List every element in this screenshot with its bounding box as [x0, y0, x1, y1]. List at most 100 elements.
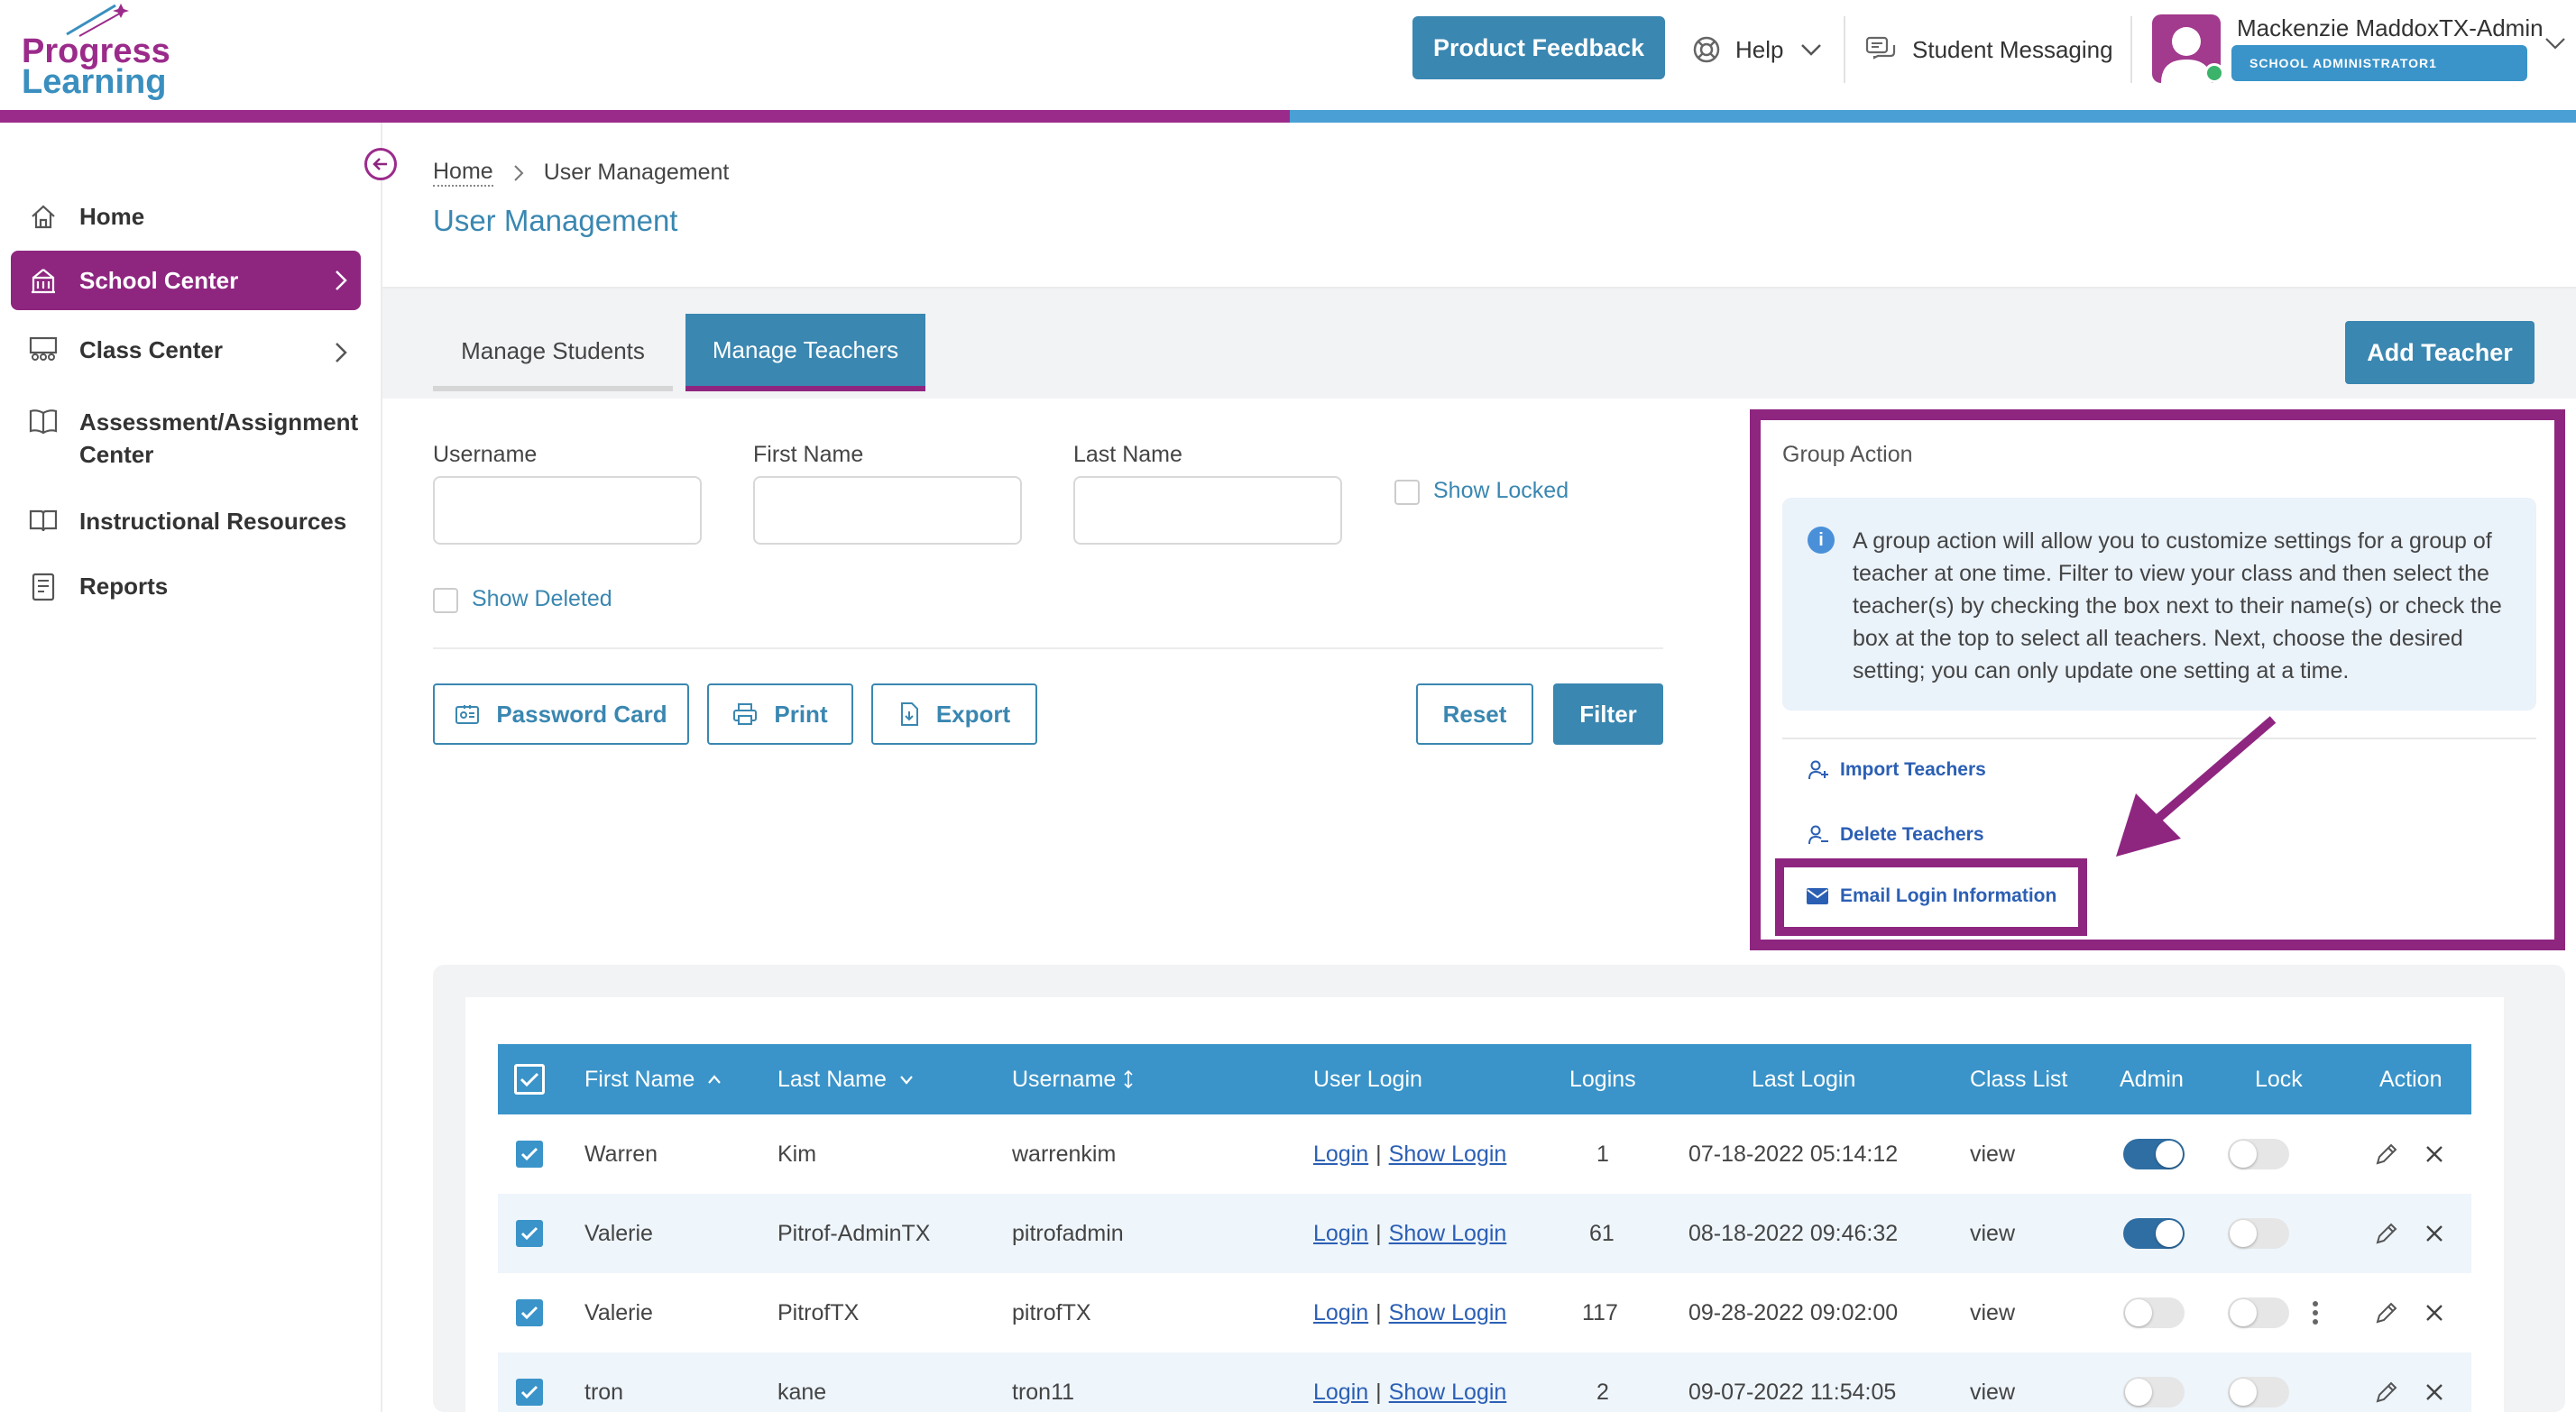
checkmark-icon [520, 1072, 539, 1087]
sidebar-item-home[interactable]: Home [11, 200, 361, 240]
row-checkbox[interactable] [516, 1114, 543, 1194]
first-name-input[interactable] [753, 476, 1022, 545]
more-options-button[interactable] [2311, 1273, 2320, 1352]
cell-logins: 2 [1596, 1379, 1609, 1405]
admin-toggle[interactable] [2123, 1352, 2185, 1412]
tab-manage-students[interactable]: Manage Students [433, 316, 673, 391]
lock-toggle[interactable] [2228, 1352, 2289, 1412]
page-title: User Management [433, 204, 678, 237]
callout-arrow-icon [2116, 716, 2277, 857]
delete-teachers-link[interactable]: Delete Teachers [1808, 824, 1984, 846]
print-label: Print [774, 700, 828, 728]
column-header-last-login: Last Login [1752, 1066, 1856, 1092]
password-card-label: Password Card [496, 700, 667, 728]
cell-logins: 1 [1596, 1141, 1609, 1167]
edit-button[interactable] [2374, 1352, 2399, 1412]
view-class-list-link[interactable]: view [1970, 1194, 2015, 1273]
show-locked-checkbox[interactable] [1394, 480, 1420, 505]
column-header-logins: Logins [1569, 1066, 1636, 1092]
delete-teachers-label: Delete Teachers [1840, 824, 1984, 845]
cell-last-name: PitrofTX [777, 1299, 860, 1325]
online-status-dot [2204, 63, 2224, 83]
reset-button[interactable]: Reset [1416, 683, 1533, 745]
column-header-admin: Admin [2120, 1066, 2184, 1092]
close-icon [2426, 1225, 2443, 1242]
show-deleted-label[interactable]: Show Deleted [472, 586, 612, 612]
edit-button[interactable] [2374, 1114, 2399, 1194]
user-menu-chevron-down-icon[interactable] [2544, 36, 2567, 50]
import-teachers-link[interactable]: Import Teachers [1808, 759, 1986, 781]
close-icon [2426, 1384, 2443, 1400]
view-class-list-link[interactable]: view [1970, 1114, 2015, 1194]
lock-toggle[interactable] [2228, 1114, 2289, 1194]
export-button[interactable]: Export [871, 683, 1037, 745]
collapse-sidebar-button[interactable] [364, 148, 397, 180]
sidebar-item-label: Home [79, 203, 145, 230]
row-checkbox[interactable] [516, 1352, 543, 1412]
edit-button[interactable] [2374, 1273, 2399, 1352]
sidebar-item-class-center[interactable]: Class Center [11, 334, 361, 373]
admin-toggle[interactable] [2123, 1273, 2185, 1352]
cell-last-login: 08-18-2022 09:46:32 [1688, 1220, 1899, 1246]
filter-button[interactable]: Filter [1553, 683, 1663, 745]
product-feedback-button[interactable]: Product Feedback [1412, 16, 1665, 79]
sidebar-item-assessment-center[interactable]: Assessment/Assignment Center [11, 406, 361, 478]
delete-button[interactable] [2424, 1114, 2444, 1194]
checkmark-icon [520, 1147, 538, 1161]
admin-toggle[interactable] [2123, 1194, 2185, 1273]
select-all-checkbox[interactable] [514, 1044, 545, 1114]
edit-button[interactable] [2374, 1194, 2399, 1273]
cell-last-name: Kim [777, 1141, 817, 1167]
view-class-list-link[interactable]: view [1970, 1352, 2015, 1412]
login-link[interactable]: Login [1313, 1380, 1368, 1406]
cell-logins: 61 [1589, 1220, 1615, 1246]
table-row: Valerie PitrofTX pitrofTX Login | Show L… [498, 1273, 2471, 1352]
sidebar [0, 123, 382, 1412]
column-header-last-name[interactable]: Last Name [777, 1044, 914, 1114]
admin-toggle[interactable] [2123, 1114, 2185, 1194]
help-menu[interactable]: Help [1692, 27, 1837, 72]
column-header-first-name[interactable]: First Name [584, 1044, 722, 1114]
password-card-button[interactable]: Password Card [433, 683, 689, 745]
checkmark-icon [520, 1306, 538, 1320]
student-messaging-link[interactable]: Student Messaging [1865, 27, 2113, 72]
show-login-link[interactable]: Show Login [1389, 1380, 1507, 1406]
login-link[interactable]: Login [1313, 1142, 1368, 1168]
show-login-link[interactable]: Show Login [1389, 1142, 1507, 1168]
login-link[interactable]: Login [1313, 1221, 1368, 1247]
delete-button[interactable] [2424, 1273, 2444, 1352]
email-login-information-link[interactable]: Email Login Information [1806, 885, 2056, 907]
export-label: Export [935, 700, 1011, 728]
print-button[interactable]: Print [707, 683, 853, 745]
show-login-link[interactable]: Show Login [1389, 1221, 1507, 1247]
report-icon [32, 573, 55, 601]
view-class-list-link[interactable]: view [1970, 1273, 2015, 1352]
cell-username: warrenkim [1012, 1141, 1117, 1167]
column-header-class-list: Class List [1970, 1066, 2068, 1092]
show-locked-label[interactable]: Show Locked [1433, 478, 1569, 504]
sidebar-item-instructional-resources[interactable]: Instructional Resources [11, 505, 361, 545]
progress-learning-logo[interactable]: Progress Learning [22, 2, 170, 101]
username-input[interactable] [433, 476, 702, 545]
lock-toggle[interactable] [2228, 1273, 2289, 1352]
show-login-link[interactable]: Show Login [1389, 1300, 1507, 1326]
sidebar-item-reports[interactable]: Reports [11, 570, 361, 610]
lock-toggle[interactable] [2228, 1194, 2289, 1273]
tab-manage-teachers[interactable]: Manage Teachers [685, 314, 925, 391]
breadcrumb-home-link[interactable]: Home [433, 159, 493, 187]
row-checkbox[interactable] [516, 1194, 543, 1273]
last-name-input[interactable] [1073, 476, 1342, 545]
cell-user-login: Login | Show Login [1313, 1379, 1507, 1406]
sidebar-item-school-center[interactable]: School Center [11, 251, 361, 310]
app-header: Progress Learning Product Feedback Help … [0, 0, 2576, 110]
add-teacher-button[interactable]: Add Teacher [2345, 321, 2535, 384]
header-divider [1844, 16, 1845, 83]
delete-button[interactable] [2424, 1194, 2444, 1273]
login-link[interactable]: Login [1313, 1300, 1368, 1326]
chevron-down-icon [1801, 44, 1822, 56]
row-checkbox[interactable] [516, 1273, 543, 1352]
show-deleted-checkbox[interactable] [433, 588, 458, 613]
column-header-username[interactable]: Username [1012, 1044, 1134, 1114]
sort-both-icon [1124, 1069, 1133, 1089]
delete-button[interactable] [2424, 1352, 2444, 1412]
